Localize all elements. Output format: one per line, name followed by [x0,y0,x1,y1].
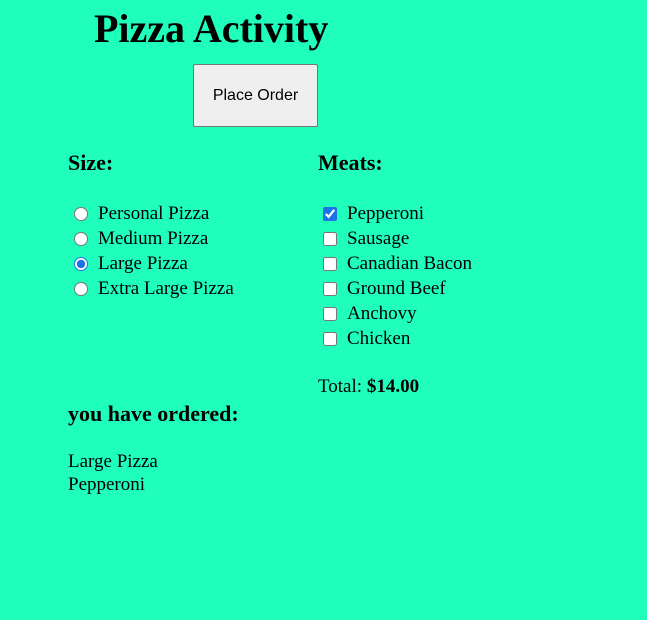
meat-checkbox-anchovy[interactable] [323,306,337,321]
page-title: Pizza Activity [94,6,329,51]
meat-option-label: Pepperoni [347,202,425,224]
meat-option-sausage[interactable]: Sausage [318,226,578,251]
meat-option-label: Ground Beef [347,277,446,299]
size-option-extra-large[interactable]: Extra Large Pizza [68,276,298,301]
meat-options: Pepperoni Sausage Canadian Bacon Ground … [318,201,578,351]
meat-checkbox-pepperoni[interactable] [323,206,337,221]
order-summary-item: Pepperoni [68,474,146,495]
size-section: Size: Personal Pizza Medium Pizza Large … [68,150,298,301]
total-amount: $14.00 [366,376,420,397]
meat-option-canadian-bacon[interactable]: Canadian Bacon [318,251,578,276]
size-option-label: Large Pizza [98,252,188,274]
place-order-button[interactable]: Place Order [193,64,318,127]
size-options: Personal Pizza Medium Pizza Large Pizza … [68,201,298,301]
meat-option-anchovy[interactable]: Anchovy [318,301,578,326]
meat-option-ground-beef[interactable]: Ground Beef [318,276,578,301]
order-total: Total: $14.00 [318,376,419,398]
order-summary-item: Large Pizza [68,451,158,472]
order-summary-list: Large Pizza Pepperoni [68,450,239,496]
size-radio-extra-large[interactable] [74,281,88,296]
size-option-medium[interactable]: Medium Pizza [68,226,298,251]
order-summary-heading: you have ordered: [68,401,239,426]
size-heading: Size: [68,150,114,175]
meat-checkbox-canadian-bacon[interactable] [323,256,337,271]
meat-option-label: Canadian Bacon [347,252,473,274]
meat-option-pepperoni[interactable]: Pepperoni [318,201,578,226]
size-radio-large[interactable] [74,256,88,271]
meat-checkbox-sausage[interactable] [323,231,337,246]
size-option-large[interactable]: Large Pizza [68,251,298,276]
size-option-label: Personal Pizza [98,202,210,224]
order-summary: you have ordered: Large Pizza Pepperoni [68,401,239,496]
meat-option-chicken[interactable]: Chicken [318,326,578,351]
meat-option-label: Sausage [347,227,410,249]
meat-checkbox-chicken[interactable] [323,331,337,346]
meat-checkbox-ground-beef[interactable] [323,281,337,296]
size-option-label: Extra Large Pizza [98,277,234,299]
size-option-personal[interactable]: Personal Pizza [68,201,298,226]
meat-option-label: Anchovy [347,302,417,324]
meats-heading: Meats: [318,150,383,175]
size-option-label: Medium Pizza [98,227,209,249]
meats-section: Meats: Pepperoni Sausage Canadian Bacon … [318,150,578,351]
meat-option-label: Chicken [347,327,411,349]
total-label: Total: [318,376,363,397]
size-radio-personal[interactable] [74,206,88,221]
size-radio-medium[interactable] [74,231,88,246]
